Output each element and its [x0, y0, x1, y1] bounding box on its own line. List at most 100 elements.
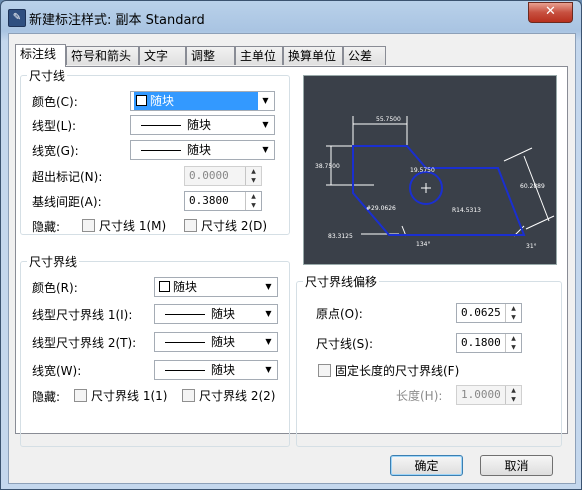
ext-lineweight-label: 线宽(W):: [32, 364, 82, 378]
suppress-dim-line-1-checkbox[interactable]: 尺寸线 1(M): [82, 217, 166, 234]
checkbox-box: [74, 389, 87, 402]
dim-color-dropdown[interactable]: 随块 ▼: [130, 91, 275, 111]
tab-alternate-units[interactable]: 换算单位: [283, 46, 343, 65]
ext-lt2-label: 线型尺寸界线 2(T):: [32, 336, 137, 350]
offset-legend: 尺寸界线偏移: [305, 275, 378, 289]
chevron-down-icon: ▼: [265, 282, 272, 291]
fixed-length-value: 1.0000: [461, 388, 501, 401]
ext-lineweight-dropdown[interactable]: 随块 ▼: [154, 360, 278, 380]
ext-color-label: 颜色(R):: [32, 281, 78, 295]
dim-line-legend: 尺寸线: [29, 69, 66, 83]
dim-lineweight-label: 线宽(G):: [32, 144, 79, 158]
suppress-ext-line-1-checkbox[interactable]: 尺寸界线 1(1): [74, 387, 167, 404]
ext-color-dropdown[interactable]: 随块 ▼: [154, 277, 278, 297]
app-icon: ✎: [8, 9, 26, 27]
fixed-length-checkbox[interactable]: 固定长度的尺寸界线(F): [318, 362, 459, 379]
ext-lt1-label: 线型尺寸界线 1(I):: [32, 308, 133, 322]
checkbox-box: [318, 364, 331, 377]
extend-beyond-label: 超出标记(N):: [32, 170, 103, 184]
dialog-client: 标注线 符号和箭头 文字 调整 主单位 换算单位 公差 尺寸线 颜色(C): 随…: [8, 33, 576, 484]
checkbox-box: [184, 219, 197, 232]
spin-up-icon[interactable]: ▲: [506, 304, 521, 313]
checkbox-box: [82, 219, 95, 232]
spin-down-icon[interactable]: ▼: [246, 201, 261, 210]
dim-text-7: 83.3125: [328, 233, 353, 240]
dim-text-8: 134°: [416, 241, 430, 248]
close-button[interactable]: ✕: [528, 2, 573, 23]
cancel-button[interactable]: 取消: [480, 455, 553, 476]
ext-suppress-label: 隐藏:: [32, 390, 61, 404]
line-sample: [165, 370, 205, 371]
dim-text-2: 38.7500: [315, 163, 340, 170]
suppress-ext-line-2-checkbox[interactable]: 尺寸界线 2(2): [182, 387, 275, 404]
suppress-dim-line-2-checkbox[interactable]: 尺寸线 2(D): [184, 217, 267, 234]
tab-panel: 尺寸线 颜色(C): 随块 ▼ 线型(L): 随块 ▼ 线宽(G): 随块 ▼ …: [15, 66, 568, 447]
fixed-length-label: 长度(H):: [396, 389, 443, 403]
spin-down-icon[interactable]: ▼: [506, 395, 521, 404]
line-sample: [141, 150, 181, 151]
tab-text[interactable]: 文字: [139, 46, 186, 65]
ext-lt1-value: 随块: [211, 307, 236, 321]
title-bar[interactable]: ✎ 新建标注样式: 副本 Standard ✕: [1, 1, 581, 33]
line-sample: [165, 314, 205, 315]
dim-linetype-dropdown[interactable]: 随块 ▼: [130, 115, 275, 135]
spin-up-icon[interactable]: ▲: [506, 334, 521, 343]
origin-offset-spinner[interactable]: 0.0625 ▲ ▼: [456, 303, 522, 323]
dim-text-3: 19.5750: [410, 167, 435, 174]
dim-text-9: 31°: [526, 243, 537, 250]
fixed-length-spinner[interactable]: 1.0000 ▲ ▼: [456, 385, 522, 405]
checkbox-box: [182, 389, 195, 402]
dim-text-5: R14.5313: [452, 207, 481, 214]
origin-offset-value: 0.0625: [461, 306, 501, 319]
chevron-down-icon: ▼: [262, 96, 269, 105]
dim-linetype-value: 随块: [187, 118, 212, 132]
line-sample: [141, 125, 181, 126]
dim-suppress-label: 隐藏:: [32, 220, 61, 234]
dim-color-label: 颜色(C):: [32, 95, 78, 109]
spin-up-icon[interactable]: ▲: [246, 167, 261, 176]
dim-text-1: 55.7500: [376, 116, 401, 123]
offset-group: 尺寸界线偏移: [296, 273, 562, 447]
tab-tolerances[interactable]: 公差: [343, 46, 386, 65]
ok-button[interactable]: 确定: [390, 455, 463, 476]
ext-line-legend: 尺寸界线: [29, 255, 78, 269]
spin-up-icon[interactable]: ▲: [506, 386, 521, 395]
tab-fit[interactable]: 调整: [186, 46, 235, 65]
dim-lineweight-dropdown[interactable]: 随块 ▼: [130, 140, 275, 160]
origin-offset-label: 原点(O):: [316, 307, 363, 321]
chevron-down-icon: ▼: [265, 365, 272, 374]
ext-lt1-dropdown[interactable]: 随块 ▼: [154, 304, 278, 324]
ext-lineweight-value: 随块: [211, 363, 236, 377]
chevron-down-icon: ▼: [262, 145, 269, 154]
preview-drawing: 55.7500 38.7500 19.5750 60.2889 R14.5313…: [315, 116, 555, 250]
dimline-offset-label: 尺寸线(S):: [316, 337, 374, 351]
baseline-spacing-value: 0.3800: [189, 194, 229, 207]
spin-down-icon[interactable]: ▼: [506, 313, 521, 322]
extend-beyond-value: 0.0000: [189, 169, 229, 182]
dimline-offset-value: 0.1800: [461, 336, 501, 349]
tab-primary-units[interactable]: 主单位: [235, 46, 283, 65]
color-swatch: [159, 281, 170, 292]
tab-dim-lines[interactable]: 标注线: [15, 44, 66, 67]
ext-color-value: 随块: [173, 280, 198, 294]
dim-text-6: #29.0626: [366, 205, 396, 212]
line-sample: [165, 342, 205, 343]
dim-color-selected: 随块: [134, 92, 258, 110]
spin-up-icon[interactable]: ▲: [246, 192, 261, 201]
spin-down-icon[interactable]: ▼: [506, 343, 521, 352]
dimline-offset-spinner[interactable]: 0.1800 ▲ ▼: [456, 333, 522, 353]
dim-lineweight-value: 随块: [187, 143, 212, 157]
chevron-down-icon: ▼: [265, 309, 272, 318]
ext-lt2-dropdown[interactable]: 随块 ▼: [154, 332, 278, 352]
chevron-down-icon: ▼: [265, 337, 272, 346]
ext-lt2-value: 随块: [211, 335, 236, 349]
extend-beyond-spinner[interactable]: 0.0000 ▲ ▼: [184, 166, 262, 186]
dim-linetype-label: 线型(L):: [32, 119, 77, 133]
spin-down-icon[interactable]: ▼: [246, 176, 261, 185]
baseline-spacing-spinner[interactable]: 0.3800 ▲ ▼: [184, 191, 262, 211]
tab-symbols-arrows[interactable]: 符号和箭头: [66, 46, 139, 65]
color-swatch: [136, 95, 147, 106]
dialog-window: ✎ 新建标注样式: 副本 Standard ✕ 标注线 符号和箭头 文字 调整 …: [0, 0, 582, 490]
dim-text-4: 60.2889: [520, 183, 545, 190]
dimension-preview: 55.7500 38.7500 19.5750 60.2889 R14.5313…: [303, 75, 557, 265]
